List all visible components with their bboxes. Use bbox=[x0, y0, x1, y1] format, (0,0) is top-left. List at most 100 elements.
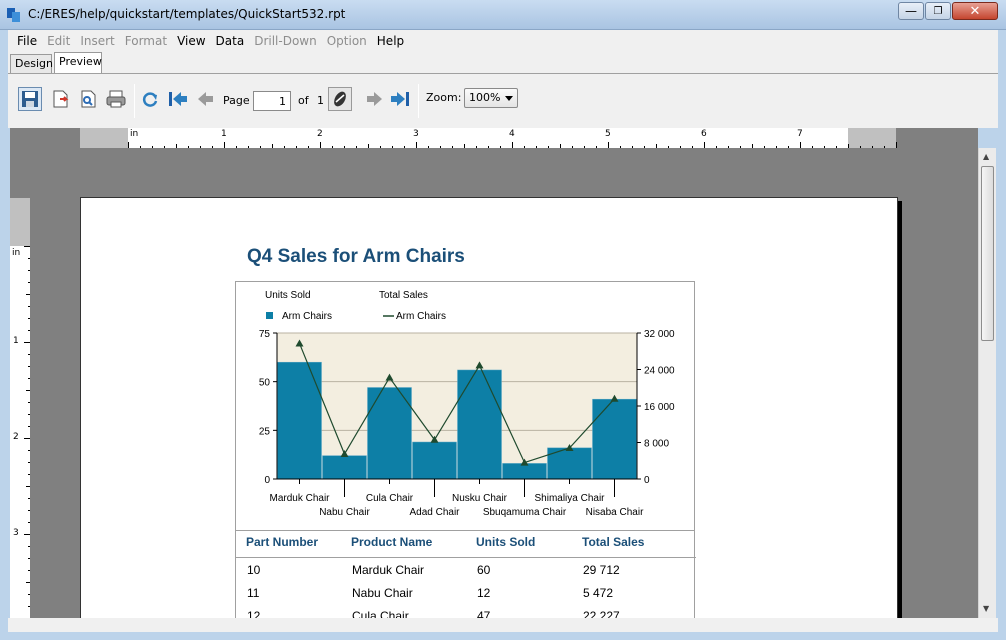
minimize-button[interactable]: — bbox=[898, 2, 924, 20]
bar-nusku-chair bbox=[457, 369, 502, 480]
cell-part-number: 12 bbox=[247, 609, 261, 618]
ruler-tick bbox=[224, 142, 225, 148]
left-axis-tick-label: 75 bbox=[259, 329, 271, 340]
toolbar-separator bbox=[418, 84, 419, 118]
ruler-tick bbox=[524, 146, 525, 148]
tab-preview[interactable]: Preview bbox=[54, 52, 102, 74]
horizontal-ruler: in 1 2 3 4 5 6 7 bbox=[80, 128, 897, 148]
v-ruler-number: 3 bbox=[13, 528, 19, 538]
first-page-icon[interactable] bbox=[166, 87, 190, 111]
ruler-tick bbox=[644, 146, 645, 148]
ruler-tick bbox=[236, 146, 237, 148]
right-axis-tick-label: 32 000 bbox=[644, 329, 675, 340]
ruler-tick bbox=[28, 450, 30, 451]
print-icon[interactable] bbox=[104, 87, 128, 111]
cell-units-sold: 12 bbox=[477, 586, 491, 600]
window-titlebar: C:/ERES/help/quickstart/templates/QuickS… bbox=[0, 0, 1006, 30]
ruler-tick bbox=[716, 146, 717, 148]
menu-data[interactable]: Data bbox=[211, 34, 250, 48]
page-number-input[interactable] bbox=[253, 91, 291, 111]
maximize-button[interactable]: ❐ bbox=[925, 2, 951, 20]
ruler-tick bbox=[24, 438, 30, 439]
zoom-label: Zoom: bbox=[426, 91, 462, 104]
ruler-tick bbox=[140, 146, 141, 148]
refresh-icon[interactable] bbox=[138, 87, 162, 111]
ruler-tick bbox=[212, 146, 213, 148]
ruler-tick bbox=[152, 146, 153, 148]
go-icon[interactable] bbox=[328, 87, 352, 111]
ruler-tick bbox=[404, 146, 405, 148]
ruler-tick bbox=[872, 146, 873, 148]
ruler-tick bbox=[620, 146, 621, 148]
ruler-tick bbox=[728, 146, 729, 148]
header-divider bbox=[236, 557, 696, 558]
page-setup-icon[interactable] bbox=[76, 87, 100, 111]
ruler-tick bbox=[28, 354, 30, 355]
cell-total-sales: 29 712 bbox=[583, 563, 620, 577]
ruler-tick bbox=[24, 246, 30, 247]
cell-product-name: Marduk Chair bbox=[352, 563, 425, 577]
menu-file[interactable]: File bbox=[12, 34, 42, 48]
cell-units-sold: 60 bbox=[477, 563, 491, 577]
next-page-icon[interactable] bbox=[362, 87, 386, 111]
menu-bar: File Edit Insert Format View Data Drill-… bbox=[8, 30, 998, 51]
ruler-tick bbox=[464, 144, 465, 148]
ruler-tick bbox=[28, 522, 30, 523]
ruler-tick bbox=[28, 282, 30, 283]
ruler-tick bbox=[28, 270, 30, 271]
right-axis-tick-label: 0 bbox=[644, 475, 650, 486]
left-axis-tick-label: 25 bbox=[259, 426, 271, 437]
cell-total-sales: 22 227 bbox=[583, 609, 620, 618]
right-axis-tick-label: 8 000 bbox=[644, 439, 669, 450]
legend-line-label: Arm Chairs bbox=[396, 311, 446, 322]
menu-edit[interactable]: Edit bbox=[42, 34, 75, 48]
close-button[interactable]: ✕ bbox=[952, 2, 998, 20]
legend-bar-label: Arm Chairs bbox=[282, 311, 332, 322]
export-icon[interactable] bbox=[48, 87, 72, 111]
menu-view[interactable]: View bbox=[172, 34, 210, 48]
save-icon[interactable] bbox=[18, 87, 42, 111]
ruler-tick bbox=[28, 594, 30, 595]
ruler-tick bbox=[512, 142, 513, 148]
ruler-tick bbox=[26, 390, 30, 391]
scrollbar-thumb[interactable] bbox=[981, 166, 994, 341]
scroll-up-icon[interactable]: ▲ bbox=[983, 152, 989, 161]
sales-chart: Units Sold Total Sales Arm Chairs Arm Chair… bbox=[235, 281, 695, 531]
menu-drill-down[interactable]: Drill-Down bbox=[249, 34, 322, 48]
ruler-tick bbox=[28, 462, 30, 463]
ruler-tick bbox=[356, 146, 357, 148]
ruler-tick bbox=[128, 142, 129, 148]
cell-product-name: Cula Chair bbox=[352, 609, 409, 618]
last-page-icon[interactable] bbox=[388, 87, 412, 111]
ruler-tick bbox=[380, 146, 381, 148]
window-title: C:/ERES/help/quickstart/templates/QuickS… bbox=[28, 7, 346, 21]
ruler-tick bbox=[28, 258, 30, 259]
chart-svg: Units Sold Total Sales Arm Chairs Arm Chair… bbox=[259, 290, 675, 518]
report-title: Q4 Sales for Arm Chairs bbox=[247, 246, 465, 267]
tab-design[interactable]: Design bbox=[10, 54, 53, 74]
menu-help[interactable]: Help bbox=[372, 34, 409, 48]
ruler-tick bbox=[200, 146, 201, 148]
menu-insert[interactable]: Insert bbox=[75, 34, 119, 48]
vertical-scrollbar[interactable]: ▲ ▼ bbox=[978, 148, 996, 618]
zoom-select[interactable]: 100% bbox=[464, 88, 518, 108]
ruler-tick bbox=[488, 146, 489, 148]
cell-units-sold: 47 bbox=[477, 609, 491, 618]
ruler-tick bbox=[788, 146, 789, 148]
ruler-tick bbox=[26, 294, 30, 295]
ruler-tick bbox=[764, 146, 765, 148]
scroll-down-icon[interactable]: ▼ bbox=[983, 604, 989, 613]
ruler-tick bbox=[28, 474, 30, 475]
report-page: Q4 Sales for Arm Chairs Units Sold Total … bbox=[80, 197, 898, 618]
vertical-ruler: in 1 2 3 bbox=[10, 198, 30, 618]
ruler-tick bbox=[344, 146, 345, 148]
menu-format[interactable]: Format bbox=[120, 34, 172, 48]
ruler-tick bbox=[260, 146, 261, 148]
ruler-left-margin bbox=[80, 128, 128, 148]
menu-option[interactable]: Option bbox=[322, 34, 372, 48]
legend-title-units-sold: Units Sold bbox=[265, 290, 311, 301]
legend-title-total-sales: Total Sales bbox=[379, 290, 428, 301]
previous-page-icon[interactable] bbox=[194, 87, 218, 111]
ruler-tick bbox=[548, 146, 549, 148]
ruler-tick bbox=[28, 498, 30, 499]
